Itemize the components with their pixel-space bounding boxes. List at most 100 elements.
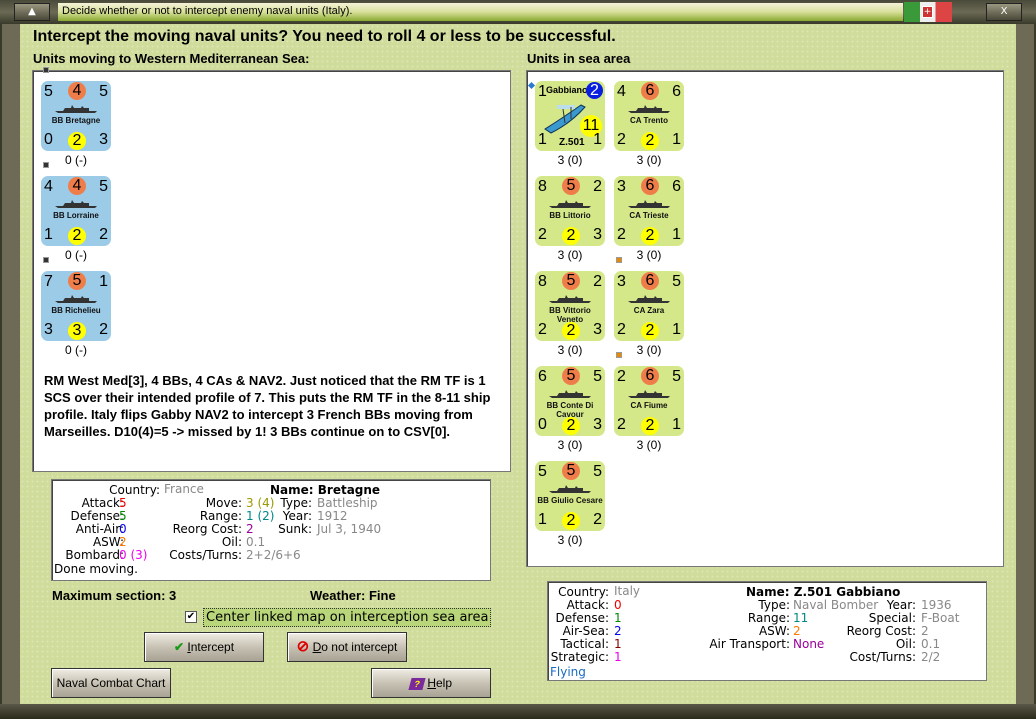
counter-status: 3 (0) xyxy=(557,153,583,167)
unit-counter-bb-bretagne[interactable]: 5 4 5 BB Bretagne 0 2 3 xyxy=(41,81,111,151)
counter-value: 4 xyxy=(68,177,86,195)
move-value: 3 (4) xyxy=(246,496,275,510)
counter-value: 2 xyxy=(538,226,547,243)
counter-value: 2 xyxy=(562,227,580,245)
counter-value: 6 xyxy=(672,178,681,195)
counter-value: 5 xyxy=(562,462,580,480)
do-not-intercept-button[interactable]: ⊘ Do not intercept xyxy=(287,632,407,662)
unit-counter-bb-richelieu[interactable]: 7 5 1 BB Richelieu 3 3 2 xyxy=(41,271,111,341)
warship-icon xyxy=(55,105,97,113)
warship-icon xyxy=(628,200,670,208)
counter-name: CA Fiume xyxy=(630,401,668,410)
counter-status: 3 (0) xyxy=(636,438,662,452)
counter-value: 2 xyxy=(593,273,602,290)
counter-value: 2 xyxy=(562,417,580,435)
range-value: 1 (2) xyxy=(246,509,275,523)
unit-counter-ca-trento[interactable]: 4 6 6 CA Trento 2 2 1 xyxy=(614,81,684,151)
counter-value: 5 xyxy=(99,178,108,195)
bombard-value: 0 (3) xyxy=(119,548,148,562)
label: Air-Sea: xyxy=(562,624,609,638)
counter-status: 3 (0) xyxy=(636,153,662,167)
counter-value: 5 xyxy=(593,368,602,385)
unit-counter-bb-giulio-cesare[interactable]: 5 5 5 BB Giulio Cesare 1 2 2 xyxy=(535,461,605,531)
unit-counter-gabbiano[interactable]: 1 Gabbiano 2 11 1 Z.501 1 xyxy=(535,81,605,151)
maximum-section: Maximum section: 3 xyxy=(52,588,177,603)
label: Country: xyxy=(109,483,160,497)
center-map-label[interactable]: Center linked map on interception sea ar… xyxy=(203,608,492,627)
counter-name: CA Trieste xyxy=(629,211,669,220)
counter-value: 5 xyxy=(672,368,681,385)
label: Attack: xyxy=(81,496,124,510)
counter-name: BB Lorraine xyxy=(53,211,99,220)
minimize-button[interactable]: ▲ xyxy=(14,3,50,21)
counter-name: CA Trento xyxy=(630,116,668,125)
label: Strategic: xyxy=(550,650,609,664)
unit-counter-bb-lorraine[interactable]: 4 4 5 BB Lorraine 1 2 2 xyxy=(41,176,111,246)
label: Defense: xyxy=(555,611,609,625)
status-marker-icon xyxy=(43,67,49,73)
flag-emblem: + xyxy=(922,6,933,18)
counter-status: 3 (0) xyxy=(636,248,662,262)
unit-counter-bb-littorio[interactable]: 8 5 2 BB Littorio 2 2 3 xyxy=(535,176,605,246)
unit-counter-bb-vittorio-veneto[interactable]: 8 5 2 BB Vittorio Veneto 2 2 3 xyxy=(535,271,605,341)
counter-name: Gabbiano xyxy=(546,85,588,95)
counter-value: 2 xyxy=(641,322,659,340)
unit-counter-ca-zara[interactable]: 3 6 5 CA Zara 2 2 1 xyxy=(614,271,684,341)
help-book-icon: ? xyxy=(408,678,426,690)
reorg-value: 2 xyxy=(921,624,929,638)
unit-counter-ca-trieste[interactable]: 3 6 6 CA Trieste 2 2 1 xyxy=(614,176,684,246)
status-bar xyxy=(0,704,1036,719)
label: Costs/Turns: xyxy=(169,548,242,562)
label: Year: xyxy=(886,598,916,612)
counter-value: 2 xyxy=(617,131,626,148)
counter-value: 0 xyxy=(44,131,53,148)
counter-value: 4 xyxy=(68,82,86,100)
intercept-button[interactable]: ✔ Intercept xyxy=(144,632,264,662)
warship-icon xyxy=(628,390,670,398)
label: Move: xyxy=(205,496,242,510)
counter-status: 3 (0) xyxy=(557,438,583,452)
counter-status: 0 (-) xyxy=(65,343,87,357)
counter-value: 2 xyxy=(99,226,108,243)
unit-counter-bb-conte-di-cavour[interactable]: 6 5 5 BB Conte Di Cavour 0 2 3 xyxy=(535,366,605,436)
counter-value: 8 xyxy=(538,178,547,195)
help-button[interactable]: ? Help xyxy=(371,668,491,698)
status-marker-icon xyxy=(43,162,49,168)
label: Oil: xyxy=(221,535,242,549)
counter-status: 0 (-) xyxy=(65,153,87,167)
counter-value: 2 xyxy=(617,321,626,338)
counter-value: 6 xyxy=(641,272,659,290)
counter-status: 3 (0) xyxy=(636,343,662,357)
counter-value: 2 xyxy=(641,132,659,150)
label: Reorg Cost: xyxy=(846,624,916,638)
counter-value: 3 xyxy=(593,226,602,243)
year-value: 1936 xyxy=(921,598,952,612)
checkmark-icon: ✔ xyxy=(173,640,184,654)
unit-name: Name: Z.501 Gabbiano xyxy=(746,585,901,599)
label: Type: xyxy=(758,598,790,612)
counter-value: 2 xyxy=(562,322,580,340)
counter-value: 6 xyxy=(672,83,681,100)
warship-icon xyxy=(549,295,591,303)
italy-flag-icon: + xyxy=(904,2,952,22)
center-map-checkbox[interactable]: ✔ xyxy=(185,611,197,623)
status-marker-icon xyxy=(43,257,49,263)
label: Bombard: xyxy=(65,548,124,562)
counter-value: 2 xyxy=(617,226,626,243)
counter-value: 2 xyxy=(586,82,603,99)
type-value: Battleship xyxy=(317,496,378,510)
counter-value: 6 xyxy=(641,82,659,100)
counter-value: 1 xyxy=(538,511,547,528)
dialog-heading: Intercept the moving naval units? You ne… xyxy=(33,28,616,45)
title-bar: ▲ Decide whether or not to intercept ene… xyxy=(0,0,1036,24)
counter-value: 3 xyxy=(617,178,626,195)
close-button[interactable]: X xyxy=(986,3,1022,21)
unit-counter-ca-fiume[interactable]: 2 6 5 CA Fiume 2 2 1 xyxy=(614,366,684,436)
reorg-value: 2 xyxy=(246,522,254,536)
naval-combat-chart-button[interactable]: Naval Combat Chart xyxy=(51,668,171,698)
label: Air Transport: xyxy=(709,637,790,651)
moving-unit-details: Country: France Attack: 5 Defense: 5 Ant… xyxy=(51,479,491,581)
counter-value: 6 xyxy=(641,367,659,385)
country-value: Italy xyxy=(614,584,641,598)
label: Year: xyxy=(282,509,312,523)
